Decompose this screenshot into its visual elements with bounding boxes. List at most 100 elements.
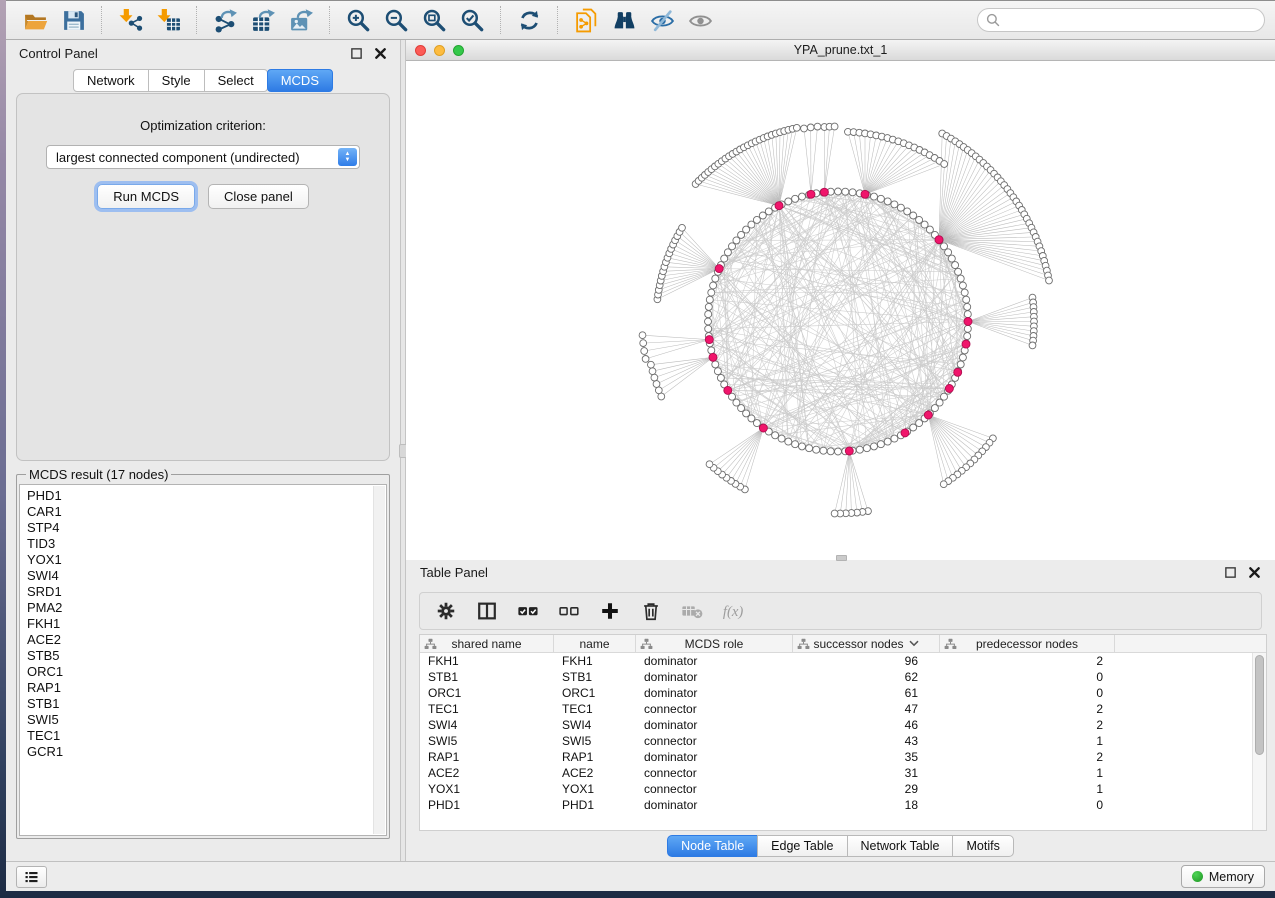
table-scrollbar-thumb[interactable]: [1255, 655, 1264, 755]
zoom-out-button[interactable]: [379, 4, 413, 36]
memory-button[interactable]: Memory: [1181, 865, 1265, 888]
mcds-result-item[interactable]: YOX1: [27, 552, 379, 568]
table-settings-button[interactable]: [434, 599, 458, 623]
table-row[interactable]: TEC1 TEC1 connector 47 2: [420, 701, 1266, 717]
mcds-result-item[interactable]: TID3: [27, 536, 379, 552]
network-window-titlebar[interactable]: YPA_prune.txt_1: [406, 40, 1275, 61]
zoom-in-button[interactable]: [341, 4, 375, 36]
close-table-panel-icon[interactable]: [1248, 566, 1261, 579]
run-mcds-button[interactable]: Run MCDS: [97, 184, 195, 209]
close-panel-icon[interactable]: [374, 47, 387, 60]
mcds-result-item[interactable]: SWI4: [27, 568, 379, 584]
mcds-result-item[interactable]: PMA2: [27, 600, 379, 616]
show-panels-button[interactable]: [683, 4, 717, 36]
table-scrollbar[interactable]: [1252, 653, 1266, 830]
control-panel-header: Control Panel: [6, 40, 400, 66]
tab-select[interactable]: Select: [204, 69, 268, 92]
export-network-button[interactable]: [208, 4, 242, 36]
select-all-columns-button[interactable]: [516, 599, 540, 623]
import-table-icon: [156, 8, 181, 33]
tab-network[interactable]: Network: [73, 69, 149, 92]
fan-edges: [643, 127, 1050, 514]
table-row[interactable]: YOX1 YOX1 connector 29 1: [420, 781, 1266, 797]
unselect-all-columns-button[interactable]: [557, 599, 581, 623]
attribute-tree-icon: [944, 638, 957, 650]
tab-node-table[interactable]: Node Table: [667, 835, 758, 857]
minimize-window-icon[interactable]: [434, 45, 445, 56]
tab-edge-table[interactable]: Edge Table: [757, 835, 847, 857]
search-input[interactable]: [1005, 13, 1256, 27]
result-list-scrollbar[interactable]: [373, 486, 385, 834]
hide-panels-button[interactable]: [645, 4, 679, 36]
table-body: FKH1 FKH1 dominator 96 2 STB1 STB1 domin…: [420, 653, 1266, 813]
save-session-button[interactable]: [56, 4, 90, 36]
save-session-icon: [61, 8, 86, 33]
table-row[interactable]: PHD1 PHD1 dominator 18 0: [420, 797, 1266, 813]
close-panel-button[interactable]: Close panel: [208, 184, 309, 209]
mcds-result-item[interactable]: SRD1: [27, 584, 379, 600]
tab-style[interactable]: Style: [148, 69, 205, 92]
delete-column-button[interactable]: [639, 599, 663, 623]
mcds-result-item[interactable]: RAP1: [27, 680, 379, 696]
tab-motifs[interactable]: Motifs: [952, 835, 1013, 857]
mcds-result-item[interactable]: CAR1: [27, 504, 379, 520]
table-row[interactable]: RAP1 RAP1 dominator 35 2: [420, 749, 1266, 765]
mcds-result-item[interactable]: PHD1: [27, 488, 379, 504]
mcds-result-item[interactable]: ORC1: [27, 664, 379, 680]
table-row[interactable]: ORC1 ORC1 dominator 61 0: [420, 685, 1266, 701]
open-file-button[interactable]: [18, 4, 52, 36]
mcds-result-item[interactable]: SWI5: [27, 712, 379, 728]
add-column-button[interactable]: [598, 599, 622, 623]
split-columns-button[interactable]: [475, 599, 499, 623]
import-network-button[interactable]: [113, 4, 147, 36]
column-header-MCDS-role[interactable]: MCDS role: [636, 635, 793, 652]
zoom-fit-button[interactable]: [417, 4, 451, 36]
mcds-result-item[interactable]: GCR1: [27, 744, 379, 760]
float-panel-icon[interactable]: [350, 47, 363, 60]
table-panel-header: Table Panel: [406, 560, 1275, 585]
share-document-button[interactable]: [569, 4, 603, 36]
mcds-result-item[interactable]: STP4: [27, 520, 379, 536]
list-icon: [24, 870, 39, 884]
mcds-result-item[interactable]: FKH1: [27, 616, 379, 632]
column-header-name[interactable]: name: [554, 635, 636, 652]
table-row[interactable]: FKH1 FKH1 dominator 96 2: [420, 653, 1266, 669]
network-graph[interactable]: [406, 61, 1275, 560]
export-table-button[interactable]: [246, 4, 280, 36]
table-row[interactable]: SWI5 SWI5 connector 43 1: [420, 733, 1266, 749]
log-console-button[interactable]: [16, 866, 47, 888]
control-panel-title: Control Panel: [19, 46, 98, 61]
maximize-window-icon[interactable]: [453, 45, 464, 56]
export-image-button[interactable]: [284, 4, 318, 36]
tab-network-table[interactable]: Network Table: [847, 835, 954, 857]
import-table-button[interactable]: [151, 4, 185, 36]
memory-label: Memory: [1209, 870, 1254, 884]
column-header-shared-name[interactable]: shared name: [420, 635, 554, 652]
tab-mcds[interactable]: MCDS: [267, 69, 333, 92]
search-network-icon: [612, 8, 637, 33]
control-panel-tabs: NetworkStyleSelectMCDS: [6, 69, 400, 92]
table-settings-icon: [435, 600, 457, 622]
horizontal-splitter-grip[interactable]: [836, 555, 847, 561]
network-canvas[interactable]: [406, 61, 1275, 560]
svg-text:f(x): f(x): [723, 604, 743, 620]
mcds-result-list[interactable]: PHD1CAR1STP4TID3YOX1SWI4SRD1PMA2FKH1ACE2…: [19, 484, 387, 836]
table-tabs: Node TableEdge TableNetwork TableMotifs: [406, 831, 1275, 861]
float-table-panel-icon[interactable]: [1224, 566, 1237, 579]
apply-layout-button[interactable]: [512, 4, 546, 36]
search-field[interactable]: [977, 8, 1265, 32]
close-window-icon[interactable]: [415, 45, 426, 56]
table-panel-title: Table Panel: [420, 565, 488, 580]
optimization-criterion-select[interactable]: largest connected component (undirected)…: [46, 145, 360, 169]
zoom-selected-button[interactable]: [455, 4, 489, 36]
mcds-result-item[interactable]: STB1: [27, 696, 379, 712]
column-header-successor-nodes[interactable]: successor nodes: [793, 635, 940, 652]
search-network-button[interactable]: [607, 4, 641, 36]
mcds-result-item[interactable]: ACE2: [27, 632, 379, 648]
table-row[interactable]: ACE2 ACE2 connector 31 1: [420, 765, 1266, 781]
table-row[interactable]: SWI4 SWI4 dominator 46 2: [420, 717, 1266, 733]
mcds-result-item[interactable]: TEC1: [27, 728, 379, 744]
mcds-result-item[interactable]: STB5: [27, 648, 379, 664]
table-row[interactable]: STB1 STB1 dominator 62 0: [420, 669, 1266, 685]
column-header-predecessor-nodes[interactable]: predecessor nodes: [940, 635, 1115, 652]
